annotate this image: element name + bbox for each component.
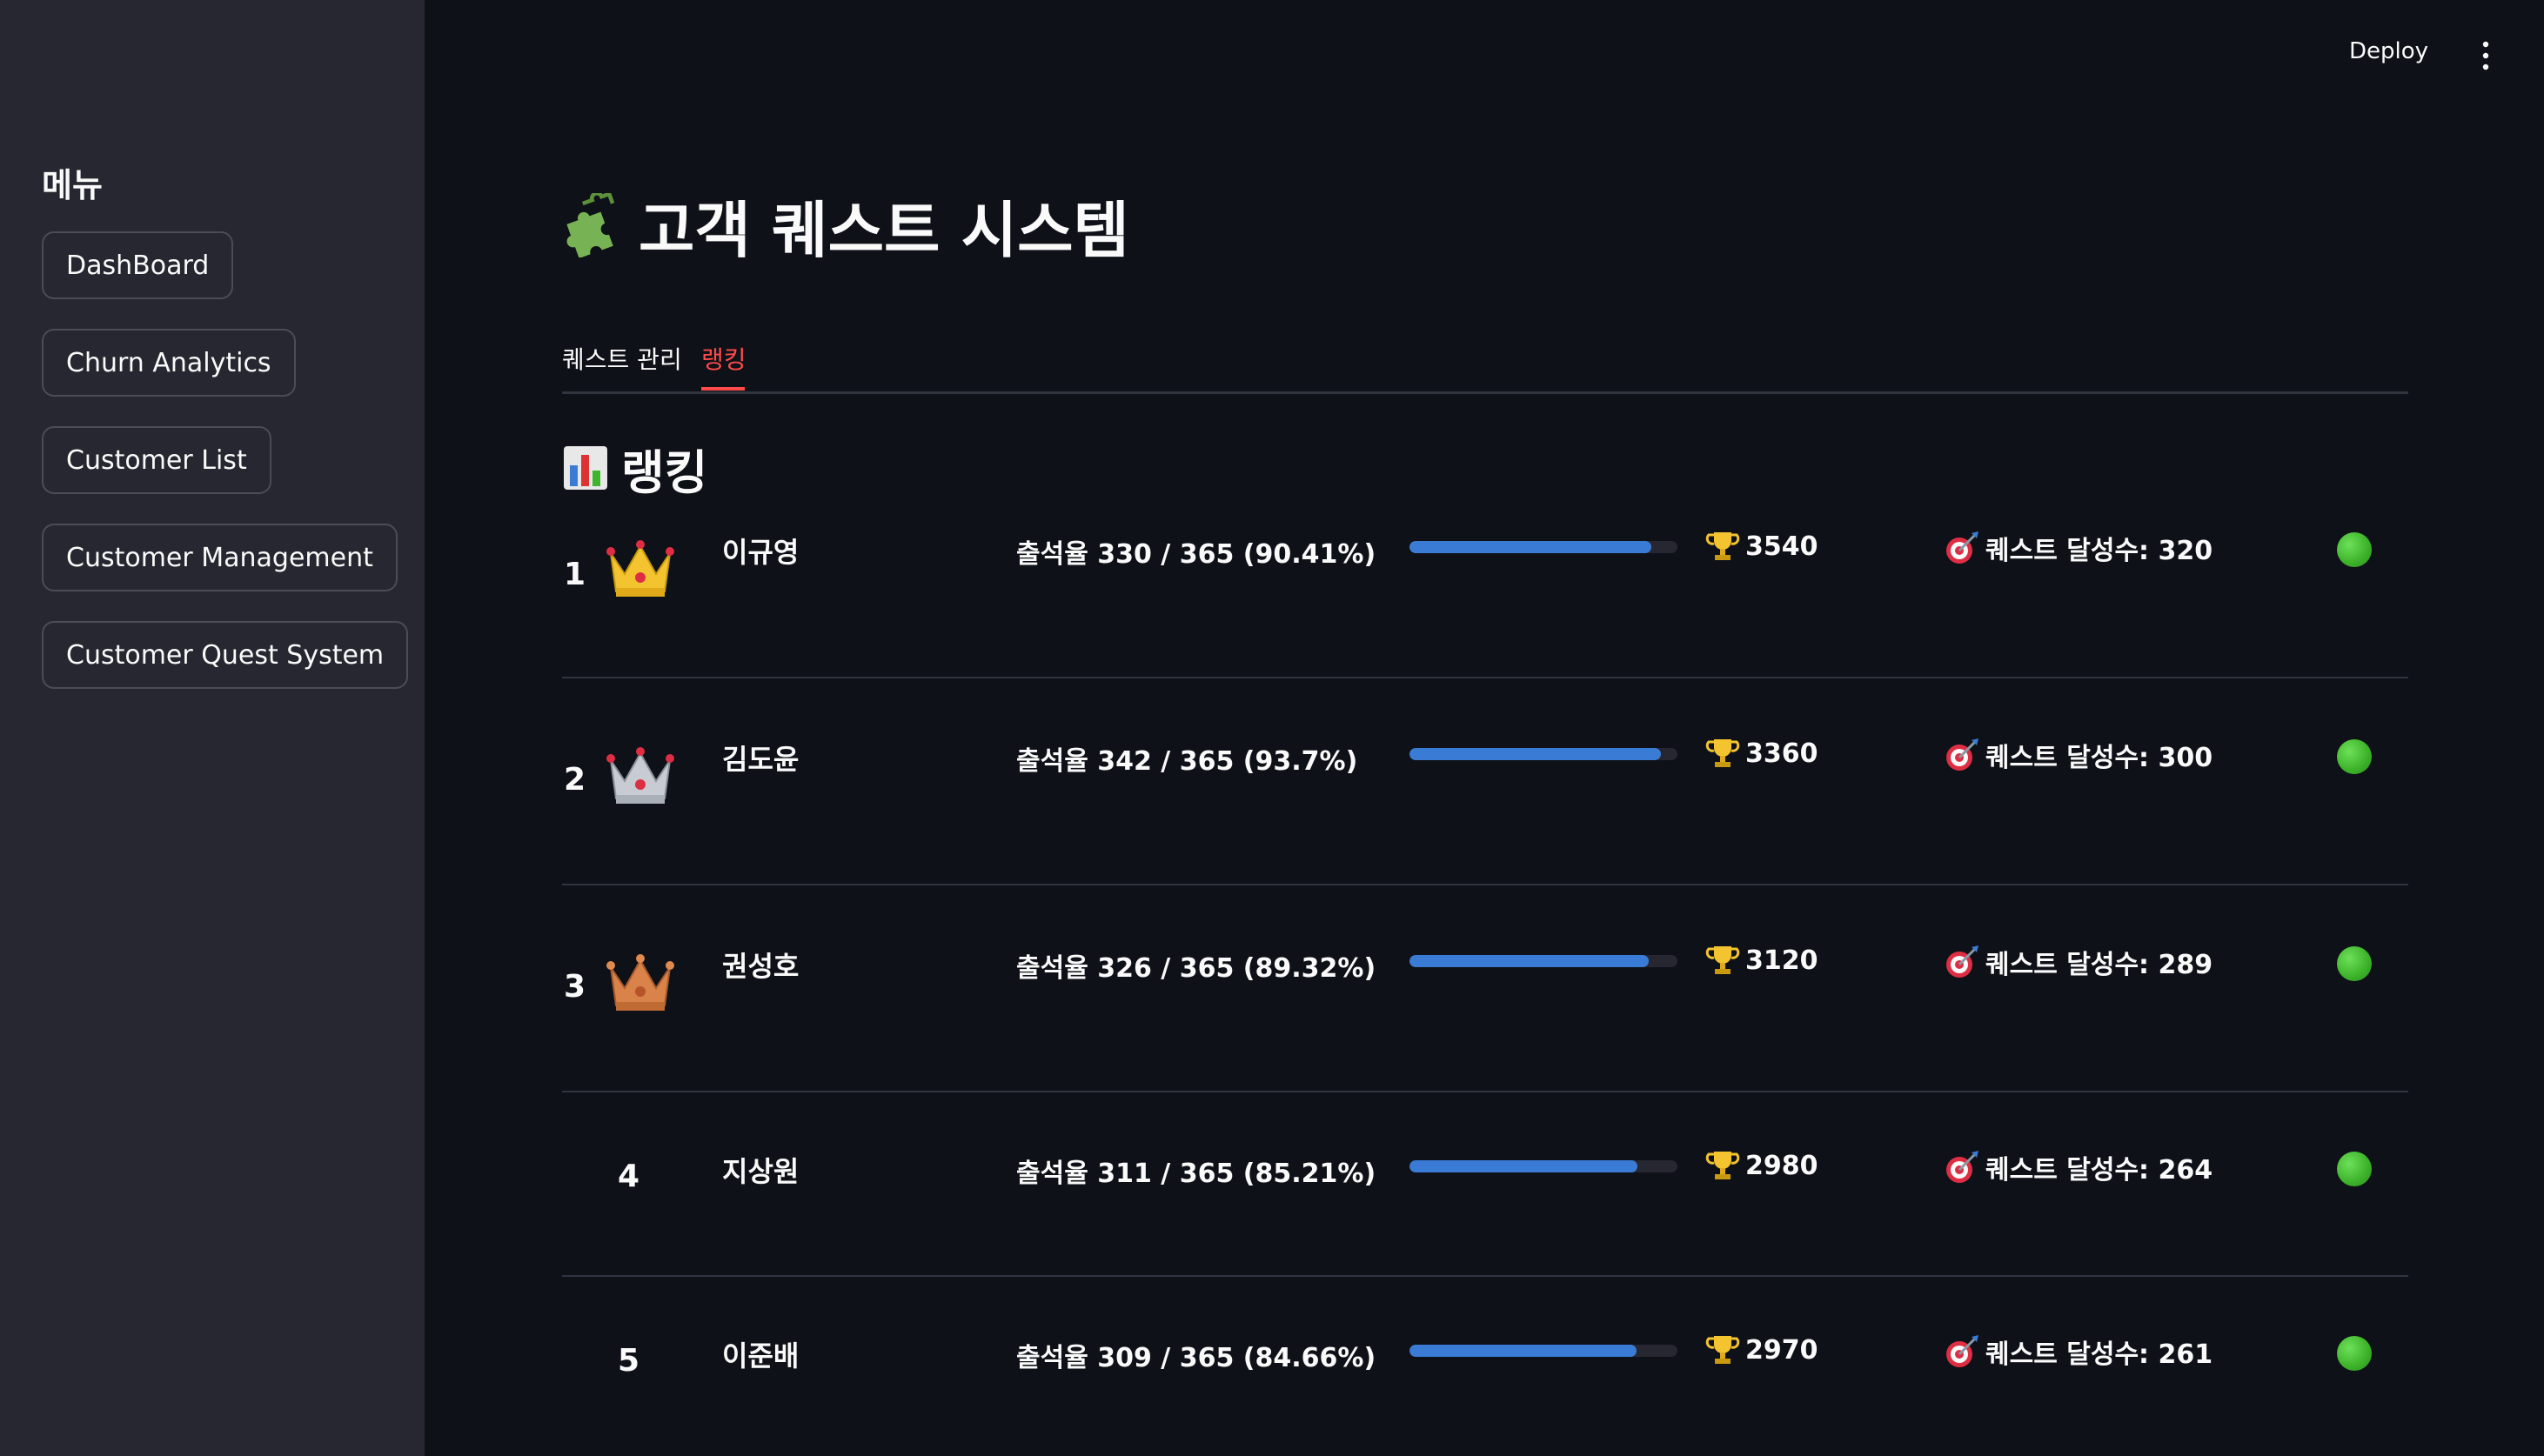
attendance-text: 출석율 309 / 365 (84.66%) <box>1016 1343 1376 1373</box>
points-display: 3360 <box>1705 736 1818 771</box>
points-display: 2970 <box>1705 1332 1818 1367</box>
status-green-dot <box>2337 1152 2372 1186</box>
quest-count-display: 퀘스트 달성수: 320 <box>1944 529 2213 567</box>
target-dart-icon <box>1946 945 1978 978</box>
quest-count-display: 퀘스트 달성수: 261 <box>1944 1332 2213 1371</box>
quest-count-text: 퀘스트 달성수: 320 <box>1985 536 2213 566</box>
app-root: 메뉴 DashBoard Churn Analytics Customer Li… <box>0 0 2544 1456</box>
rank-number: 3 <box>564 969 586 1005</box>
quest-count-display: 퀘스트 달성수: 289 <box>1944 943 2213 981</box>
customer-name: 지상원 <box>722 1155 800 1188</box>
trophy-icon <box>1705 532 1740 560</box>
bronze-crown-icon <box>606 954 674 1011</box>
attendance-progress-bar <box>1409 541 1677 553</box>
attendance-progress-fill <box>1409 1160 1638 1172</box>
page-title: 고객 퀘스트 시스템 <box>562 186 1129 266</box>
attendance-progress-fill <box>1409 955 1650 967</box>
ranking-row: 4 지상원 출석율 311 / 365 (85.21%) 2980 퀘스트 달성… <box>562 1092 2408 1277</box>
nav-customer-management-button[interactable]: Customer Management <box>42 524 398 591</box>
target-dart-icon <box>1946 1335 1978 1367</box>
ranking-row: 5 이준배 출석율 309 / 365 (84.66%) 2970 퀘스트 달성… <box>562 1277 2408 1456</box>
points-value: 3120 <box>1745 945 1818 976</box>
attendance-progress-bar <box>1409 748 1677 760</box>
trophy-icon <box>1705 946 1740 974</box>
rank-number: 5 <box>618 1343 640 1379</box>
points-value: 3540 <box>1745 531 1818 562</box>
points-display: 2980 <box>1705 1148 1818 1183</box>
attendance-text: 출석율 326 / 365 (89.32%) <box>1016 953 1376 984</box>
trophy-icon <box>1705 739 1740 767</box>
rank-number: 1 <box>564 557 586 592</box>
quest-count-text: 퀘스트 달성수: 300 <box>1985 743 2213 773</box>
status-green-dot <box>2337 1336 2372 1371</box>
nav-dashboard-button[interactable]: DashBoard <box>42 231 234 299</box>
deploy-button[interactable]: Deploy <box>2349 38 2428 64</box>
page-title-text: 고객 퀘스트 시스템 <box>639 194 1129 266</box>
customer-name: 김도윤 <box>722 743 800 776</box>
ranking-row: 1 이규영 출석율 330 / 365 (90.41%) 3540 퀘스트 달성… <box>562 513 2408 678</box>
nav-customer-list-button[interactable]: Customer List <box>42 426 271 494</box>
attendance-progress-bar <box>1409 1160 1677 1172</box>
trophy-icon <box>1705 1152 1740 1179</box>
section-header: 랭킹 <box>562 435 707 501</box>
points-value: 2970 <box>1745 1334 1818 1366</box>
points-value: 2980 <box>1745 1150 1818 1181</box>
target-dart-icon <box>1946 1151 1978 1183</box>
rank-number: 4 <box>618 1159 640 1194</box>
nav-churn-analytics-button[interactable]: Churn Analytics <box>42 329 296 397</box>
attendance-progress-fill <box>1409 1345 1637 1357</box>
active-tab-indicator <box>701 387 745 391</box>
quest-count-display: 퀘스트 달성수: 300 <box>1944 736 2213 774</box>
silver-crown-icon <box>606 747 674 804</box>
quest-count-display: 퀘스트 달성수: 264 <box>1944 1148 2213 1186</box>
section-title: 랭킹 <box>621 444 708 500</box>
customer-name: 이준배 <box>722 1339 800 1373</box>
quest-count-text: 퀘스트 달성수: 289 <box>1985 950 2213 980</box>
points-display: 3540 <box>1705 529 1818 564</box>
gold-crown-icon <box>606 540 674 597</box>
status-green-dot <box>2337 946 2372 981</box>
sidebar-title: 메뉴 <box>42 166 103 204</box>
target-dart-icon <box>1946 738 1978 771</box>
tab-ranking[interactable]: 랭킹 <box>701 341 746 376</box>
customer-name: 권성호 <box>722 950 800 983</box>
puzzle-icon <box>566 193 615 257</box>
customer-name: 이규영 <box>722 536 800 569</box>
quest-count-text: 퀘스트 달성수: 261 <box>1985 1339 2213 1370</box>
attendance-progress-fill <box>1409 541 1652 553</box>
points-value: 3360 <box>1745 738 1818 769</box>
target-dart-icon <box>1946 531 1978 564</box>
attendance-text: 출석율 342 / 365 (93.7%) <box>1016 746 1358 777</box>
attendance-text: 출석율 330 / 365 (90.41%) <box>1016 539 1376 570</box>
points-display: 3120 <box>1705 943 1818 978</box>
attendance-progress-fill <box>1409 748 1661 760</box>
attendance-progress-bar <box>1409 1345 1677 1357</box>
sidebar: 메뉴 DashBoard Churn Analytics Customer Li… <box>0 0 425 1456</box>
rank-number: 2 <box>564 762 586 798</box>
status-green-dot <box>2337 739 2372 774</box>
quest-count-text: 퀘스트 달성수: 264 <box>1985 1155 2213 1186</box>
vertical-dots-icon[interactable] <box>2476 40 2495 71</box>
status-green-dot <box>2337 532 2372 567</box>
ranking-row: 3 권성호 출석율 326 / 365 (89.32%) 3120 퀘스트 달성… <box>562 885 2408 1092</box>
ranking-row: 2 김도윤 출석율 342 / 365 (93.7%) 3360 퀘스트 달성수… <box>562 678 2408 885</box>
tab-quest-management[interactable]: 퀘스트 관리 <box>562 341 682 376</box>
tab-bar: 퀘스트 관리 랭킹 <box>562 331 2408 394</box>
nav-customer-quest-system-button[interactable]: Customer Quest System <box>42 621 409 689</box>
attendance-text: 출석율 311 / 365 (85.21%) <box>1016 1159 1376 1189</box>
trophy-icon <box>1705 1336 1740 1364</box>
attendance-progress-bar <box>1409 955 1677 967</box>
bar-chart-icon <box>564 446 607 490</box>
